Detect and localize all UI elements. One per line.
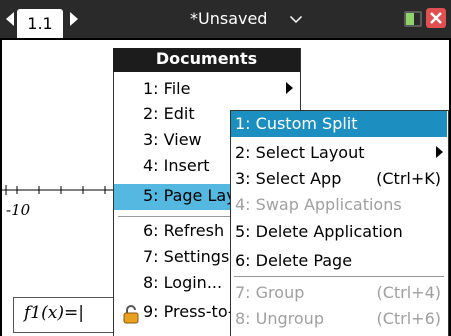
x-axis-min-label: -10 bbox=[6, 201, 31, 219]
tab-page-1-1[interactable]: 1.1 bbox=[17, 9, 63, 38]
nav-right-arrow-icon[interactable] bbox=[70, 12, 78, 26]
menu-item-label: 7: Settings bbox=[143, 247, 230, 266]
shortcut-label: (Ctrl+4) bbox=[376, 283, 441, 302]
document-title[interactable]: *Unsaved bbox=[190, 9, 267, 28]
function-entry-text[interactable]: f1(x)=| bbox=[24, 303, 84, 323]
submenu-item-custom-split[interactable]: 1: Custom Split bbox=[231, 111, 447, 137]
submenu-item-select-app[interactable]: 3: Select App (Ctrl+K) bbox=[231, 166, 447, 192]
nav-left-arrow-icon[interactable] bbox=[6, 12, 14, 26]
submenu-item-swap-applications: 4: Swap Applications bbox=[231, 192, 447, 218]
screen: 1.1 *Unsaved -10 f1(x)=| Documents 1: Fi… bbox=[0, 0, 451, 336]
submenu-item-label: 1: Custom Split bbox=[235, 114, 358, 133]
submenu-item-label: 4: Swap Applications bbox=[235, 195, 402, 214]
close-icon[interactable] bbox=[425, 7, 447, 29]
menu-item-label: 4: Insert bbox=[143, 156, 210, 175]
submenu-item-ungroup: 8: Ungroup (Ctrl+6) bbox=[231, 306, 447, 332]
menu-item-label: 1: File bbox=[143, 79, 191, 98]
submenu-item-select-layout[interactable]: 2: Select Layout bbox=[231, 140, 447, 166]
submenu-item-delete-application[interactable]: 5: Delete Application bbox=[231, 219, 447, 245]
submenu-item-group: 7: Group (Ctrl+4) bbox=[231, 280, 447, 306]
submenu-item-label: 8: Ungroup bbox=[235, 309, 324, 328]
menu-item-label: 2: Edit bbox=[143, 104, 195, 123]
menu-item-file[interactable]: 1: File bbox=[114, 77, 299, 103]
submenu-divider bbox=[234, 276, 444, 277]
submenu-item-label: 5: Delete Application bbox=[235, 222, 403, 241]
submenu-item-label: 6: Delete Page bbox=[235, 251, 353, 270]
menu-item-label: 8: Login... bbox=[143, 273, 223, 292]
submenu-item-delete-page[interactable]: 6: Delete Page bbox=[231, 248, 447, 274]
chevron-down-icon[interactable] bbox=[290, 16, 302, 23]
shortcut-label: (Ctrl+K) bbox=[376, 169, 441, 188]
documents-menu-title: Documents bbox=[155, 49, 258, 68]
submenu-arrow-icon bbox=[436, 146, 443, 158]
submenu-arrow-icon bbox=[286, 82, 293, 94]
shortcut-label: (Ctrl+6) bbox=[376, 309, 441, 328]
lock-icon bbox=[123, 305, 139, 324]
menu-item-label: 3: View bbox=[143, 130, 202, 149]
tab-label: 1.1 bbox=[27, 14, 53, 33]
battery-icon bbox=[404, 11, 422, 27]
menu-item-label: 6: Refresh bbox=[143, 221, 225, 240]
submenu-item-label: 3: Select App bbox=[235, 169, 342, 188]
submenu-item-label: 7: Group bbox=[235, 283, 305, 302]
submenu-item-label: 2: Select Layout bbox=[235, 143, 365, 162]
